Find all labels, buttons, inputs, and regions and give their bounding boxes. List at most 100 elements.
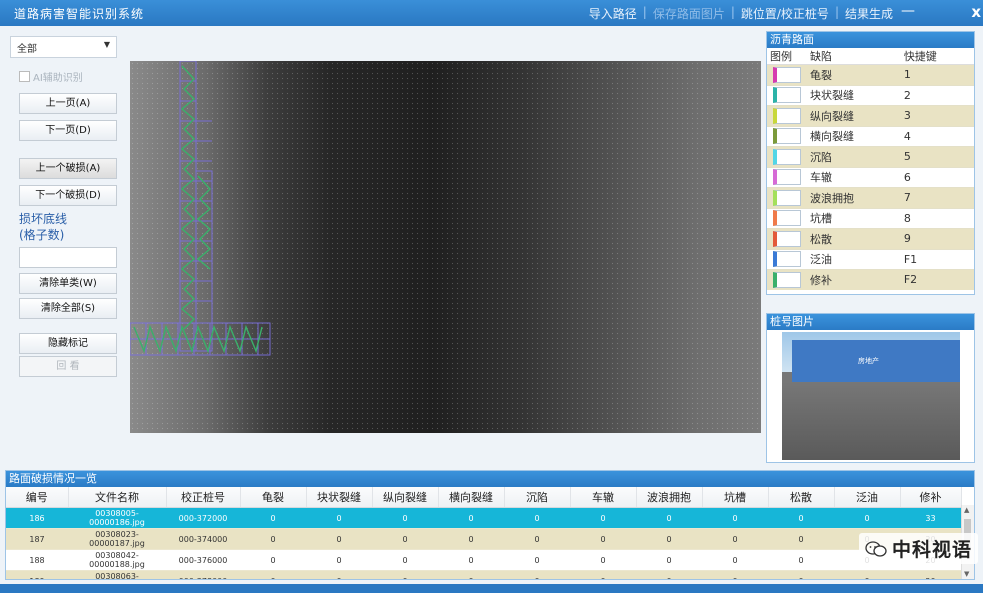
road-image-canvas[interactable] <box>130 61 761 433</box>
minimize-icon[interactable]: — <box>901 3 915 19</box>
legend-shortcut-key: 3 <box>900 105 974 126</box>
table-cell: 188 <box>6 549 68 571</box>
table-cell: 000-374000 <box>166 528 240 550</box>
next-damage-button[interactable]: 下一个破损(D) <box>19 185 117 206</box>
table-cell: 0 <box>240 507 306 529</box>
damage-summary-table: 编号 文件名称 校正桩号 龟裂 块状裂缝 纵向裂缝 横向裂缝 沉陷 车辙 波浪拥抱 坑槽 松散 泛油 修补… <box>6 487 962 579</box>
building-sign: 房地产 <box>858 357 879 365</box>
table-header-cell[interactable]: 波浪拥抱 <box>636 487 703 508</box>
table-cell: 0 <box>372 549 438 571</box>
table-header-cell[interactable]: 车辙 <box>570 487 637 508</box>
table-cell: 0 <box>438 507 504 529</box>
close-icon[interactable]: x <box>971 3 981 21</box>
legend-row[interactable]: 横向裂缝 4 <box>767 125 974 147</box>
table-cell: 0 <box>636 507 702 529</box>
table-header-cell[interactable]: 修补 <box>900 487 962 508</box>
ai-assist-checkbox[interactable]: AI辅助识别 <box>19 69 83 84</box>
table-cell: 33 <box>900 507 961 529</box>
menu-generate-result[interactable]: 结果生成 <box>845 5 893 22</box>
legend-defect-name: 修补 <box>807 269 901 290</box>
legend-row[interactable]: 纵向裂缝 3 <box>767 105 974 126</box>
table-header-cell[interactable]: 沉陷 <box>504 487 571 508</box>
table-cell: 0 <box>306 570 372 579</box>
hide-marks-button[interactable]: 隐藏标记 <box>19 333 117 354</box>
app-title: 道路病害智能识别系统 <box>14 7 145 21</box>
damage-line-title: 损坏底线 <box>19 212 68 226</box>
table-header-cell[interactable]: 纵向裂缝 <box>372 487 439 508</box>
legend-table: 图例 缺陷 快捷键 龟裂 1 块状裂缝 2 纵向裂缝 3 横向裂缝 4 沉陷 5 车辙 6 波浪拥抱 7 坑… <box>767 48 974 290</box>
table-row[interactable]: 188 00308042-00000188.jpg 000-376000 0 0 0 0 0 0… <box>6 549 961 571</box>
table-header-cell[interactable]: 校正桩号 <box>166 487 241 508</box>
top-menu: 导入路径 | 保存路面图片 | 跳位置/校正桩号 | 结果生成 <box>589 5 893 22</box>
watermark: 中科视语 <box>858 533 978 564</box>
table-row[interactable]: 18900308063-00000189.jpg000-378000000000… <box>6 570 961 579</box>
table-header-cell[interactable]: 块状裂缝 <box>306 487 373 508</box>
table-cell: 0 <box>834 570 900 579</box>
category-select[interactable]: 全部 ▼ <box>10 36 117 58</box>
legend-row[interactable]: 沉陷 5 <box>767 146 974 167</box>
prev-page-button[interactable]: 上一页(A) <box>19 93 117 114</box>
table-cell: 0 <box>438 570 504 579</box>
legend-row[interactable]: 松散 9 <box>767 228 974 249</box>
table-cell: 000-378000 <box>166 570 240 579</box>
table-cell: 0 <box>834 507 900 529</box>
table-cell: 0 <box>504 507 570 529</box>
scroll-down-icon[interactable]: ▼ <box>964 570 969 578</box>
table-header-cell[interactable]: 坑槽 <box>702 487 769 508</box>
next-page-button[interactable]: 下一页(D) <box>19 120 117 141</box>
patch-icon <box>773 271 801 288</box>
table-cell: 0 <box>768 549 834 571</box>
rutting-icon <box>773 169 801 186</box>
legend-defect-name: 波浪拥抱 <box>807 187 901 208</box>
table-cell: 0 <box>438 528 504 550</box>
table-cell: 0 <box>240 570 306 579</box>
table-row[interactable]: 187 00308023-00000187.jpg 000-374000 0 0 0 0 0 0… <box>6 528 961 550</box>
table-header-cell[interactable]: 编号 <box>6 487 69 508</box>
table-cell: 00308023-00000187.jpg <box>68 528 166 550</box>
table-cell: 0 <box>438 549 504 571</box>
legend-panel: 沥青路面 图例 缺陷 快捷键 龟裂 1 块状裂缝 2 纵向裂缝 3 横向裂缝 4 沉陷 5 车辙 6 波… <box>766 31 975 295</box>
table-cell: 0 <box>504 528 570 550</box>
table-header-cell[interactable]: 泛油 <box>834 487 901 508</box>
prev-damage-button[interactable]: 上一个破损(A) <box>19 158 117 179</box>
legend-row[interactable]: 车辙 6 <box>767 166 974 188</box>
table-header-cell[interactable]: 横向裂缝 <box>438 487 505 508</box>
table-cell: 000-376000 <box>166 549 240 571</box>
table-cell: 0 <box>306 528 372 550</box>
table-header-cell[interactable]: 松散 <box>768 487 835 508</box>
checkbox-box[interactable] <box>19 71 30 82</box>
table-cell: 0 <box>570 549 636 571</box>
table-cell: 00308063-00000189.jpg <box>68 570 166 579</box>
review-button[interactable]: 回 看 <box>19 356 117 377</box>
table-row[interactable]: 186 00308005-00000186.jpg 000-372000 0 0 0 0 0 0… <box>6 507 961 529</box>
legend-header-defect: 缺陷 <box>807 48 901 65</box>
title-bar: 道路病害智能识别系统 导入路径 | 保存路面图片 | 跳位置/校正桩号 | 结果… <box>0 0 983 26</box>
clear-all-button[interactable]: 清除全部(S) <box>19 298 117 319</box>
legend-row[interactable]: 坑槽 8 <box>767 207 974 229</box>
scroll-up-icon[interactable]: ▲ <box>964 506 969 514</box>
menu-jump-position[interactable]: 跳位置/校正桩号 <box>741 5 829 22</box>
table-cell: 0 <box>372 507 438 529</box>
table-cell: 0 <box>504 549 570 571</box>
menu-save-image[interactable]: 保存路面图片 <box>653 5 725 22</box>
legend-row[interactable]: 泛油 F1 <box>767 248 974 270</box>
table-cell: 0 <box>372 528 438 550</box>
legend-shortcut-key: 6 <box>900 166 974 188</box>
table-cell: 0 <box>702 549 768 571</box>
menu-import-path[interactable]: 导入路径 <box>589 5 637 22</box>
table-header-cell[interactable]: 文件名称 <box>68 487 167 508</box>
table-cell: 0 <box>306 549 372 571</box>
damage-line-input[interactable] <box>19 247 117 268</box>
table-cell: 0 <box>702 570 768 579</box>
legend-row[interactable]: 波浪拥抱 7 <box>767 187 974 208</box>
damage-line-label: 损坏底线 (格子数) <box>19 211 67 243</box>
table-header-cell[interactable]: 龟裂 <box>240 487 307 508</box>
clear-single-button[interactable]: 清除单类(W) <box>19 273 117 294</box>
legend-defect-name: 纵向裂缝 <box>807 105 901 126</box>
legend-row[interactable]: 龟裂 1 <box>767 64 974 85</box>
legend-shortcut-key: 7 <box>900 187 974 208</box>
legend-row[interactable]: 修补 F2 <box>767 269 974 290</box>
legend-defect-name: 泛油 <box>807 248 901 270</box>
legend-row[interactable]: 块状裂缝 2 <box>767 84 974 106</box>
table-cell: 0 <box>768 570 834 579</box>
